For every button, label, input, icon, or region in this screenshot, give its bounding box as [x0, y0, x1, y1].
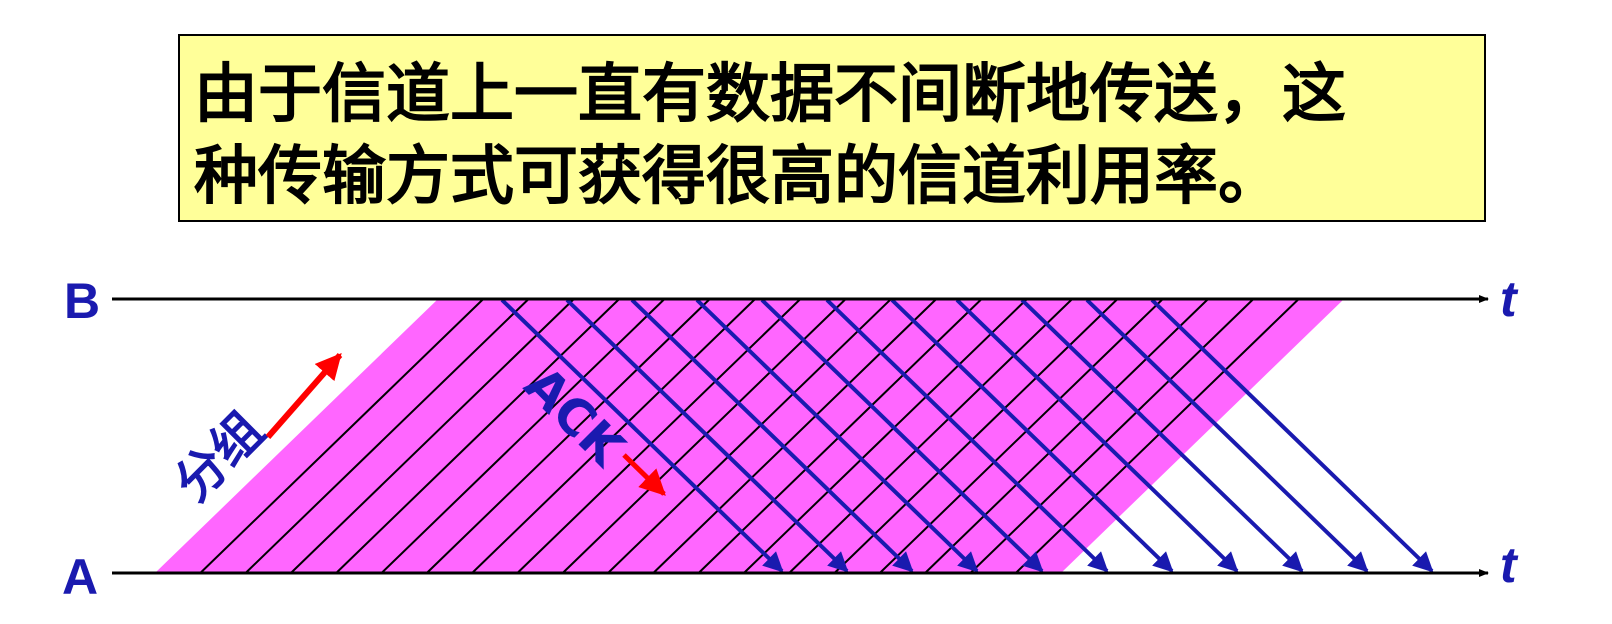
station-b-label: B	[64, 273, 100, 329]
sliding-window-diagram: B A t t 分组 ACK	[62, 271, 1519, 605]
station-a-label: A	[62, 549, 98, 605]
lower-time-label: t	[1500, 537, 1519, 593]
upper-time-label: t	[1500, 271, 1519, 327]
